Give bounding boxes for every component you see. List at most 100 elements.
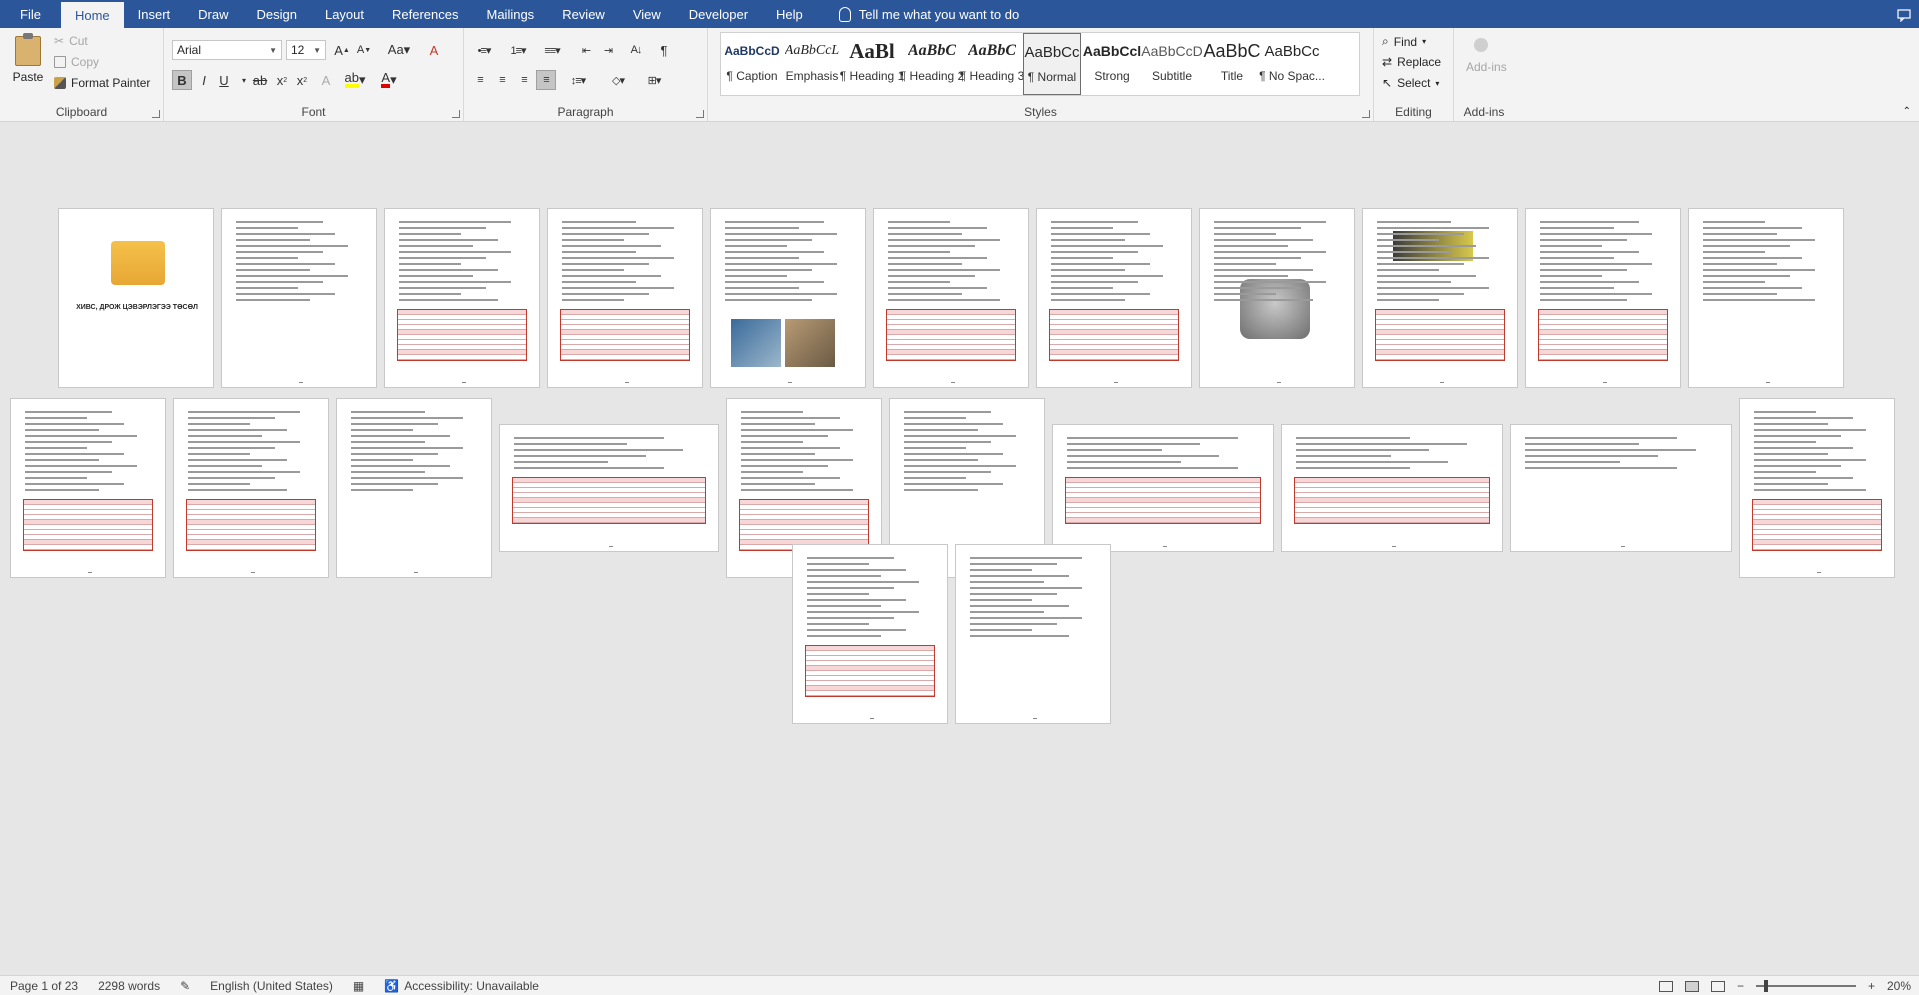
align-left-icon[interactable]: ≡: [470, 70, 490, 90]
tab-draw[interactable]: Draw: [184, 0, 242, 28]
replace-button[interactable]: ⇄ Replace: [1382, 55, 1441, 69]
find-button[interactable]: ⌕ Find ▾: [1382, 34, 1426, 49]
increase-indent-icon[interactable]: ⇥: [598, 40, 618, 60]
highlight-color-icon[interactable]: ab ▾: [342, 70, 368, 90]
page-12[interactable]: [10, 398, 166, 578]
strikethrough-icon[interactable]: ab: [250, 70, 270, 90]
clipboard-launcher-icon[interactable]: [152, 110, 160, 118]
zoom-slider-knob[interactable]: [1763, 980, 1768, 992]
zoom-level[interactable]: 20%: [1887, 979, 1911, 993]
font-size-box[interactable]: 12 ▼: [286, 40, 326, 60]
page-5[interactable]: [710, 208, 866, 388]
paragraph-launcher-icon[interactable]: [696, 110, 704, 118]
style-strong[interactable]: AaBbCcl Strong: [1083, 33, 1141, 95]
web-layout-icon[interactable]: [1710, 980, 1725, 992]
style-subtitle[interactable]: AaBbCcD Subtitle: [1141, 33, 1202, 95]
tell-me-search[interactable]: Tell me what you want to do: [817, 0, 1019, 28]
page-18-landscape[interactable]: [1052, 424, 1274, 552]
page-23[interactable]: [955, 544, 1111, 724]
page-6[interactable]: [873, 208, 1029, 388]
copy-button[interactable]: Copy: [54, 55, 99, 69]
style-caption[interactable]: AaBbCcD ¶ Caption: [723, 33, 781, 95]
tab-design[interactable]: Design: [243, 0, 311, 28]
page-10[interactable]: [1525, 208, 1681, 388]
bullets-icon[interactable]: •≡▾: [470, 40, 498, 60]
align-center-icon[interactable]: ≡: [492, 70, 512, 90]
line-spacing-icon[interactable]: ↕≡▾: [564, 70, 592, 90]
page-21[interactable]: [1739, 398, 1895, 578]
tab-layout[interactable]: Layout: [311, 0, 378, 28]
bold-icon[interactable]: B: [172, 70, 192, 90]
style-no-spacing[interactable]: AaBbCc ¶ No Spac...: [1259, 33, 1325, 95]
decrease-indent-icon[interactable]: ⇤: [576, 40, 596, 60]
read-mode-icon[interactable]: [1658, 980, 1673, 992]
superscript-icon[interactable]: x2: [292, 70, 312, 90]
tab-view[interactable]: View: [619, 0, 675, 28]
change-case-icon[interactable]: Aa▾: [384, 40, 414, 60]
tab-help[interactable]: Help: [762, 0, 817, 28]
styles-launcher-icon[interactable]: [1362, 110, 1370, 118]
shading-icon[interactable]: ◇▾: [604, 70, 632, 90]
page-counter[interactable]: Page 1 of 23: [0, 979, 88, 993]
font-color-icon[interactable]: A ▾: [376, 70, 402, 90]
page-9[interactable]: [1362, 208, 1518, 388]
page-2[interactable]: [221, 208, 377, 388]
addins-button[interactable]: Add-ins: [1466, 60, 1507, 74]
page-8[interactable]: [1199, 208, 1355, 388]
page-20-landscape[interactable]: [1510, 424, 1732, 552]
collapse-ribbon-icon[interactable]: ⌃: [1903, 106, 1911, 117]
style-emphasis[interactable]: AaBbCcL Emphasis: [783, 33, 841, 95]
tab-insert[interactable]: Insert: [124, 0, 185, 28]
grow-font-icon[interactable]: A ▲: [332, 40, 352, 60]
tab-file[interactable]: File: [0, 0, 61, 28]
tab-review[interactable]: Review: [548, 0, 619, 28]
page-3[interactable]: [384, 208, 540, 388]
page-11[interactable]: [1688, 208, 1844, 388]
align-right-icon[interactable]: ≡: [514, 70, 534, 90]
zoom-slider[interactable]: [1755, 980, 1856, 992]
macro-indicator[interactable]: ▦: [343, 979, 374, 993]
print-layout-icon[interactable]: [1684, 980, 1699, 992]
borders-icon[interactable]: ⊞▾: [640, 70, 668, 90]
tab-references[interactable]: References: [378, 0, 472, 28]
style-normal[interactable]: AaBbCc ¶ Normal: [1023, 33, 1081, 95]
style-heading-1[interactable]: AaBl ¶ Heading 1: [840, 33, 905, 95]
accessibility-status[interactable]: ♿ Accessibility: Unavailable: [374, 979, 549, 993]
tab-home[interactable]: Home: [60, 2, 124, 28]
page-15-landscape[interactable]: [499, 424, 719, 552]
text-effects-icon[interactable]: A: [316, 70, 336, 90]
numbering-icon[interactable]: 1≡▾: [504, 40, 532, 60]
comment-icon[interactable]: [1897, 8, 1911, 22]
underline-icon[interactable]: U: [214, 70, 234, 90]
page-13[interactable]: [173, 398, 329, 578]
multilevel-list-icon[interactable]: ≡≡▾: [538, 40, 566, 60]
style-title[interactable]: AaBbC Title: [1203, 33, 1261, 95]
tab-mailings[interactable]: Mailings: [473, 0, 549, 28]
language-indicator[interactable]: English (United States): [200, 979, 343, 993]
shrink-font-icon[interactable]: A ▼: [354, 40, 374, 60]
proofing-status[interactable]: ✎: [170, 979, 200, 993]
font-launcher-icon[interactable]: [452, 110, 460, 118]
font-name-box[interactable]: Arial ▼: [172, 40, 282, 60]
style-heading-3[interactable]: AaBbC ¶ Heading 3: [960, 33, 1025, 95]
cut-button[interactable]: ✂ Cut: [54, 34, 88, 48]
select-button[interactable]: ↖ Select ▾: [1382, 76, 1439, 90]
zoom-out-icon[interactable]: −: [1737, 979, 1744, 993]
page-1[interactable]: ХИВС, ДРОЖ ЦЭВЭРЛЭГЭЭ ТӨСӨЛ: [58, 208, 214, 388]
page-22[interactable]: [792, 544, 948, 724]
page-19-landscape[interactable]: [1281, 424, 1503, 552]
page-7[interactable]: [1036, 208, 1192, 388]
style-heading-2[interactable]: AaBbC ¶ Heading 2: [900, 33, 965, 95]
document-canvas[interactable]: ХИВС, ДРОЖ ЦЭВЭРЛЭГЭЭ ТӨСӨЛ: [0, 123, 1919, 975]
paste-button[interactable]: Paste: [8, 33, 48, 92]
format-painter-button[interactable]: Format Painter: [54, 76, 150, 90]
word-count[interactable]: 2298 words: [88, 979, 170, 993]
subscript-icon[interactable]: x2: [272, 70, 292, 90]
page-14[interactable]: [336, 398, 492, 578]
clear-formatting-icon[interactable]: A: [424, 40, 444, 60]
page-4[interactable]: [547, 208, 703, 388]
italic-icon[interactable]: I: [194, 70, 214, 90]
tab-developer[interactable]: Developer: [675, 0, 762, 28]
sort-icon[interactable]: A↓: [626, 40, 646, 60]
zoom-in-icon[interactable]: +: [1868, 979, 1875, 993]
